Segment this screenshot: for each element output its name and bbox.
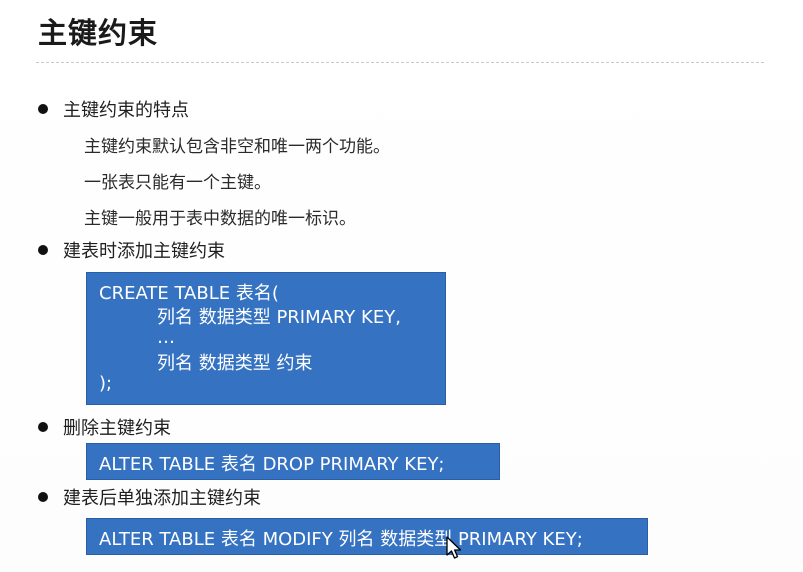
page-title: 主键约束 xyxy=(38,16,159,50)
mouse-pointer-icon xyxy=(446,536,462,559)
feature-line: 主键一般用于表中数据的唯一标识。 xyxy=(84,209,356,229)
code-block-create-table: CREATE TABLE 表名( 列名 数据类型 PRIMARY KEY, … … xyxy=(86,272,446,405)
bullet-label: 建表后单独添加主键约束 xyxy=(63,488,261,509)
code-line: … xyxy=(157,327,175,348)
code-block-modify-primary-key: ALTER TABLE 表名 MODIFY 列名 数据类型 PRIMARY KE… xyxy=(86,518,648,555)
bullet-add-on-create: 建表时添加主键约束 xyxy=(38,237,225,263)
code-line: ALTER TABLE 表名 DROP PRIMARY KEY; xyxy=(99,454,445,475)
code-line: ); xyxy=(99,373,113,394)
bullet-label: 删除主键约束 xyxy=(63,418,171,439)
bullet-dot xyxy=(38,245,48,255)
bullet-label: 建表时添加主键约束 xyxy=(63,241,225,262)
feature-line: 主键约束默认包含非空和唯一两个功能。 xyxy=(84,137,390,157)
bullet-dot xyxy=(38,104,48,114)
feature-line: 一张表只能有一个主键。 xyxy=(84,173,271,193)
bullet-drop-primary-key: 删除主键约束 xyxy=(38,414,171,440)
bullet-label: 主键约束的特点 xyxy=(63,100,189,121)
title-divider xyxy=(36,62,764,64)
bullet-dot xyxy=(38,422,48,432)
code-line: 列名 数据类型 PRIMARY KEY, xyxy=(157,307,401,328)
bullet-add-after-create: 建表后单独添加主键约束 xyxy=(38,484,261,510)
code-line: 列名 数据类型 约束 xyxy=(157,353,313,374)
code-block-drop-primary-key: ALTER TABLE 表名 DROP PRIMARY KEY; xyxy=(86,443,500,480)
bullet-primary-key-features: 主键约束的特点 xyxy=(38,96,189,122)
slide: 主键约束 主键约束的特点 主键约束默认包含非空和唯一两个功能。 一张表只能有一个… xyxy=(0,0,803,572)
code-line: ALTER TABLE 表名 MODIFY 列名 数据类型 PRIMARY KE… xyxy=(99,529,583,550)
code-line: CREATE TABLE 表名( xyxy=(99,283,279,304)
bullet-dot xyxy=(38,492,48,502)
